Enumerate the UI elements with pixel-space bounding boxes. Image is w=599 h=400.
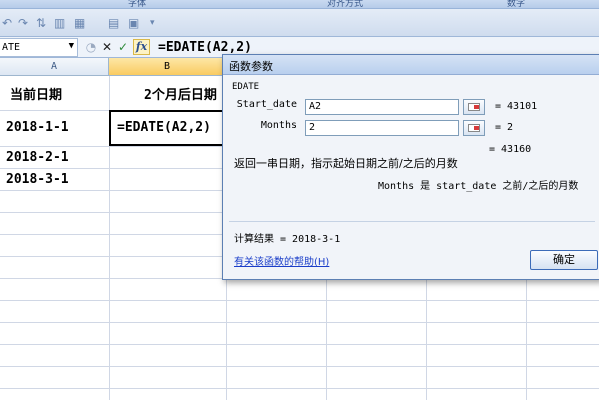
- range-select-icon: [468, 124, 480, 132]
- cell-a2[interactable]: 2018-1-1: [6, 120, 69, 135]
- ribbon-group-strip: 字体 对齐方式 数字: [0, 0, 599, 9]
- help-link[interactable]: 有关该函数的帮助(H): [234, 253, 329, 268]
- close-icon[interactable]: ✕: [99, 39, 115, 55]
- cell-a3[interactable]: 2018-2-1: [6, 150, 69, 165]
- divider: [229, 221, 595, 222]
- calculation-result: 计算结果 = 2018-3-1: [234, 234, 341, 245]
- function-name: EDATE: [232, 82, 260, 92]
- ribbon-group-font: 字体: [128, 0, 147, 9]
- argument-description: Months 是 start_date 之前/之后的月数: [378, 181, 579, 192]
- chevron-down-icon[interactable]: ▼: [69, 41, 74, 51]
- preview-icon[interactable]: ▣: [128, 16, 139, 30]
- ok-button[interactable]: 确定: [530, 250, 598, 270]
- collapse-dialog-button[interactable]: [463, 120, 485, 136]
- ribbon-group-alignment: 对齐方式: [327, 0, 364, 9]
- start-date-input[interactable]: A2: [305, 99, 459, 115]
- undo-icon[interactable]: ↶: [2, 16, 12, 30]
- arg-label-months: Months: [260, 120, 297, 131]
- quick-access-toolbar: ↶ ↷ ⇅ ▥ ▦ ▤ ▣ ▾: [0, 9, 599, 37]
- grid-line: [0, 300, 599, 301]
- name-box-value: ATE: [2, 42, 21, 53]
- grid-line: [0, 344, 599, 345]
- collapse-dialog-button[interactable]: [463, 99, 485, 115]
- cell-b2[interactable]: =EDATE(A2,2): [117, 120, 222, 135]
- grid-line: [0, 388, 599, 389]
- chart-icon[interactable]: ▥: [54, 16, 65, 30]
- arg-label-start-date: Start_date: [236, 99, 297, 110]
- ribbon-group-number: 数字: [507, 0, 526, 9]
- pivot-icon[interactable]: ▦: [74, 16, 85, 30]
- range-select-icon: [468, 103, 480, 111]
- formula-result: = 43160: [489, 144, 532, 155]
- dialog-title[interactable]: 函数参数: [223, 55, 599, 75]
- months-input[interactable]: 2: [305, 120, 459, 136]
- cell-a4[interactable]: 2018-3-1: [6, 172, 69, 187]
- grid-line: [0, 322, 599, 323]
- column-header-a[interactable]: A: [0, 58, 109, 76]
- start-date-result: = 43101: [495, 101, 538, 112]
- check-icon[interactable]: ✓: [115, 39, 131, 55]
- grid-line: [0, 366, 599, 367]
- name-box[interactable]: ATE ▼: [0, 38, 78, 57]
- print-icon[interactable]: ▤: [108, 16, 119, 30]
- customize-toolbar-icon[interactable]: ▾: [150, 18, 155, 28]
- function-description: 返回一串日期，指示起始日期之前/之后的月数: [234, 157, 458, 170]
- sort-icon[interactable]: ⇅: [36, 16, 46, 30]
- cell-b1[interactable]: 2个月后日期: [144, 84, 217, 103]
- arguments-panel: EDATE Start_date A2 = 43101 Months 2 = 2: [229, 79, 595, 153]
- months-result: = 2: [495, 122, 514, 133]
- column-header-b[interactable]: B: [109, 58, 226, 76]
- function-wizard-icon[interactable]: ◔: [83, 39, 99, 55]
- insert-function-button[interactable]: fx: [133, 39, 150, 55]
- redo-icon[interactable]: ↷: [18, 16, 28, 30]
- function-arguments-dialog: 函数参数 EDATE Start_date A2 = 43101 Months …: [222, 54, 599, 280]
- cell-a1[interactable]: 当前日期: [10, 84, 62, 103]
